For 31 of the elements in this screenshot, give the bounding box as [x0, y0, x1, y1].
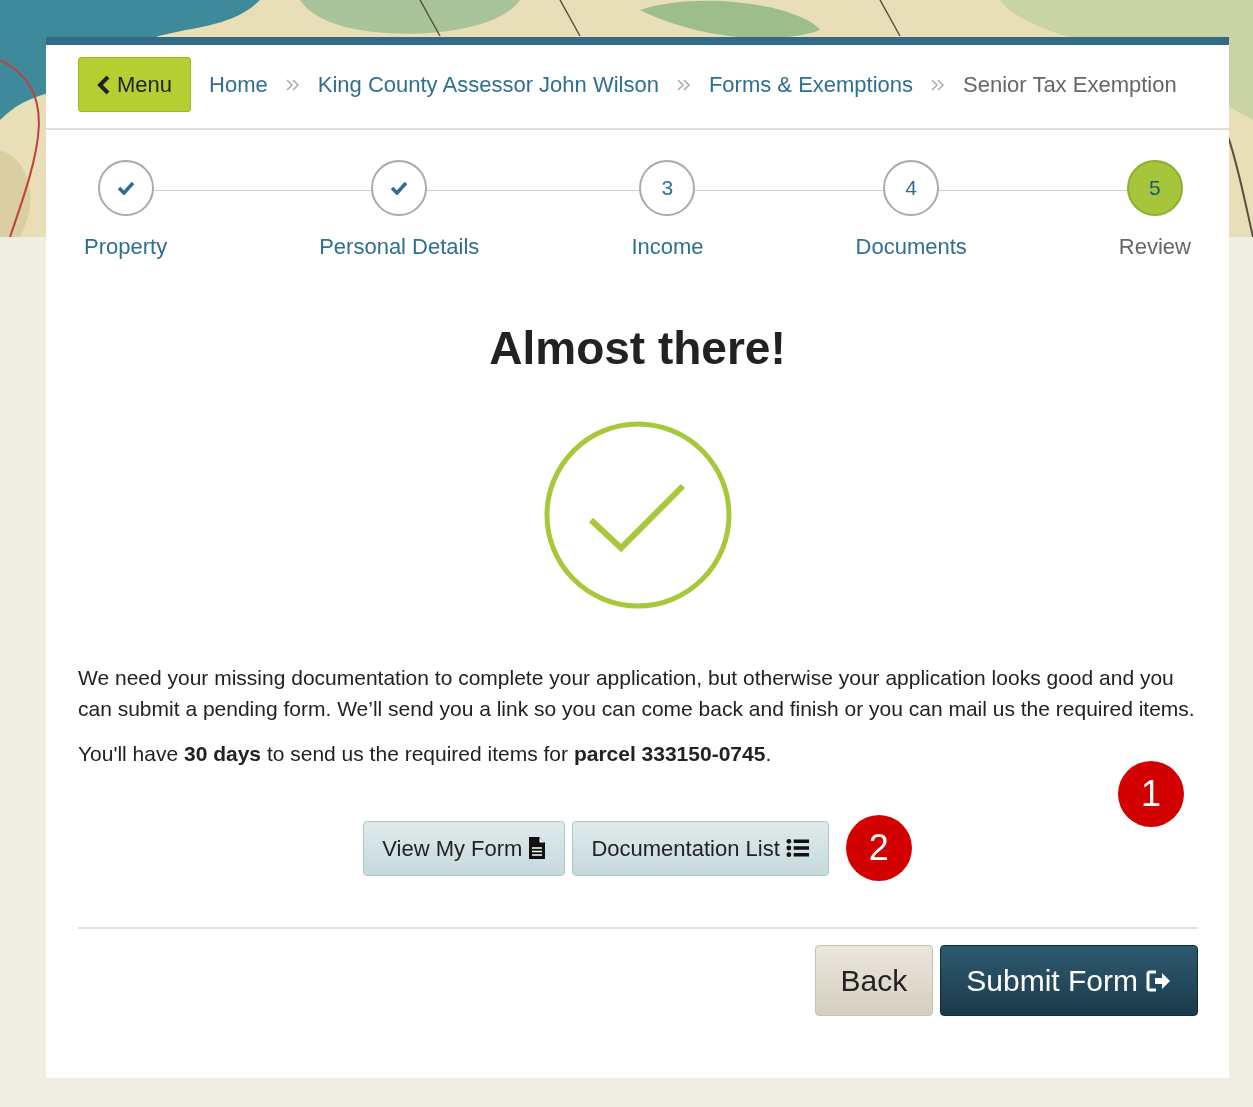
step-label: Income: [631, 233, 704, 261]
page-heading: Almost there!: [488, 321, 787, 376]
callout-marker: 1: [1118, 761, 1184, 827]
check-icon: [390, 181, 409, 195]
action-button[interactable]: Documentation List: [572, 820, 829, 876]
check-circle-icon: [542, 420, 733, 611]
step-circle[interactable]: 3: [639, 160, 696, 216]
callout-marker: 2: [845, 815, 912, 882]
breadcrumb-link[interactable]: Forms & Exemptions: [708, 68, 914, 101]
back-button[interactable]: Back: [814, 945, 934, 1017]
separator-icon: [931, 78, 946, 91]
step-circle[interactable]: 4: [883, 160, 940, 216]
body-text: We need your missing documentation to complete your application, but otherwise your application looks good and you can submit a pending form. We’ll send you a link so you can come back and finish or you can mail us the required items.: [78, 665, 1196, 723]
step-circle[interactable]: 5: [1126, 160, 1183, 216]
sign-out-icon: [1146, 968, 1172, 993]
chevron-left-icon: [97, 74, 111, 95]
check-icon: [116, 181, 135, 195]
separator-icon: [285, 78, 300, 91]
breadcrumb-link[interactable]: King County Assessor John Wilson: [317, 68, 659, 101]
step-label: Property: [84, 233, 168, 261]
document-icon: [528, 836, 547, 861]
current-page-label: Senior Tax Exemption: [963, 71, 1177, 99]
body-text: You'll have 30 days to send us the required items for parcel 333150-0745.: [78, 741, 772, 768]
step-label: Personal Details: [319, 233, 480, 261]
step-label: Documents: [855, 233, 967, 261]
step-label: Review: [1118, 233, 1191, 261]
separator-icon: [676, 78, 691, 91]
breadcrumb-link[interactable]: Home: [209, 68, 268, 101]
submit-button[interactable]: Submit Form: [940, 945, 1198, 1017]
action-button[interactable]: View My Form: [363, 820, 566, 876]
menu-button[interactable]: Menu: [78, 57, 192, 112]
